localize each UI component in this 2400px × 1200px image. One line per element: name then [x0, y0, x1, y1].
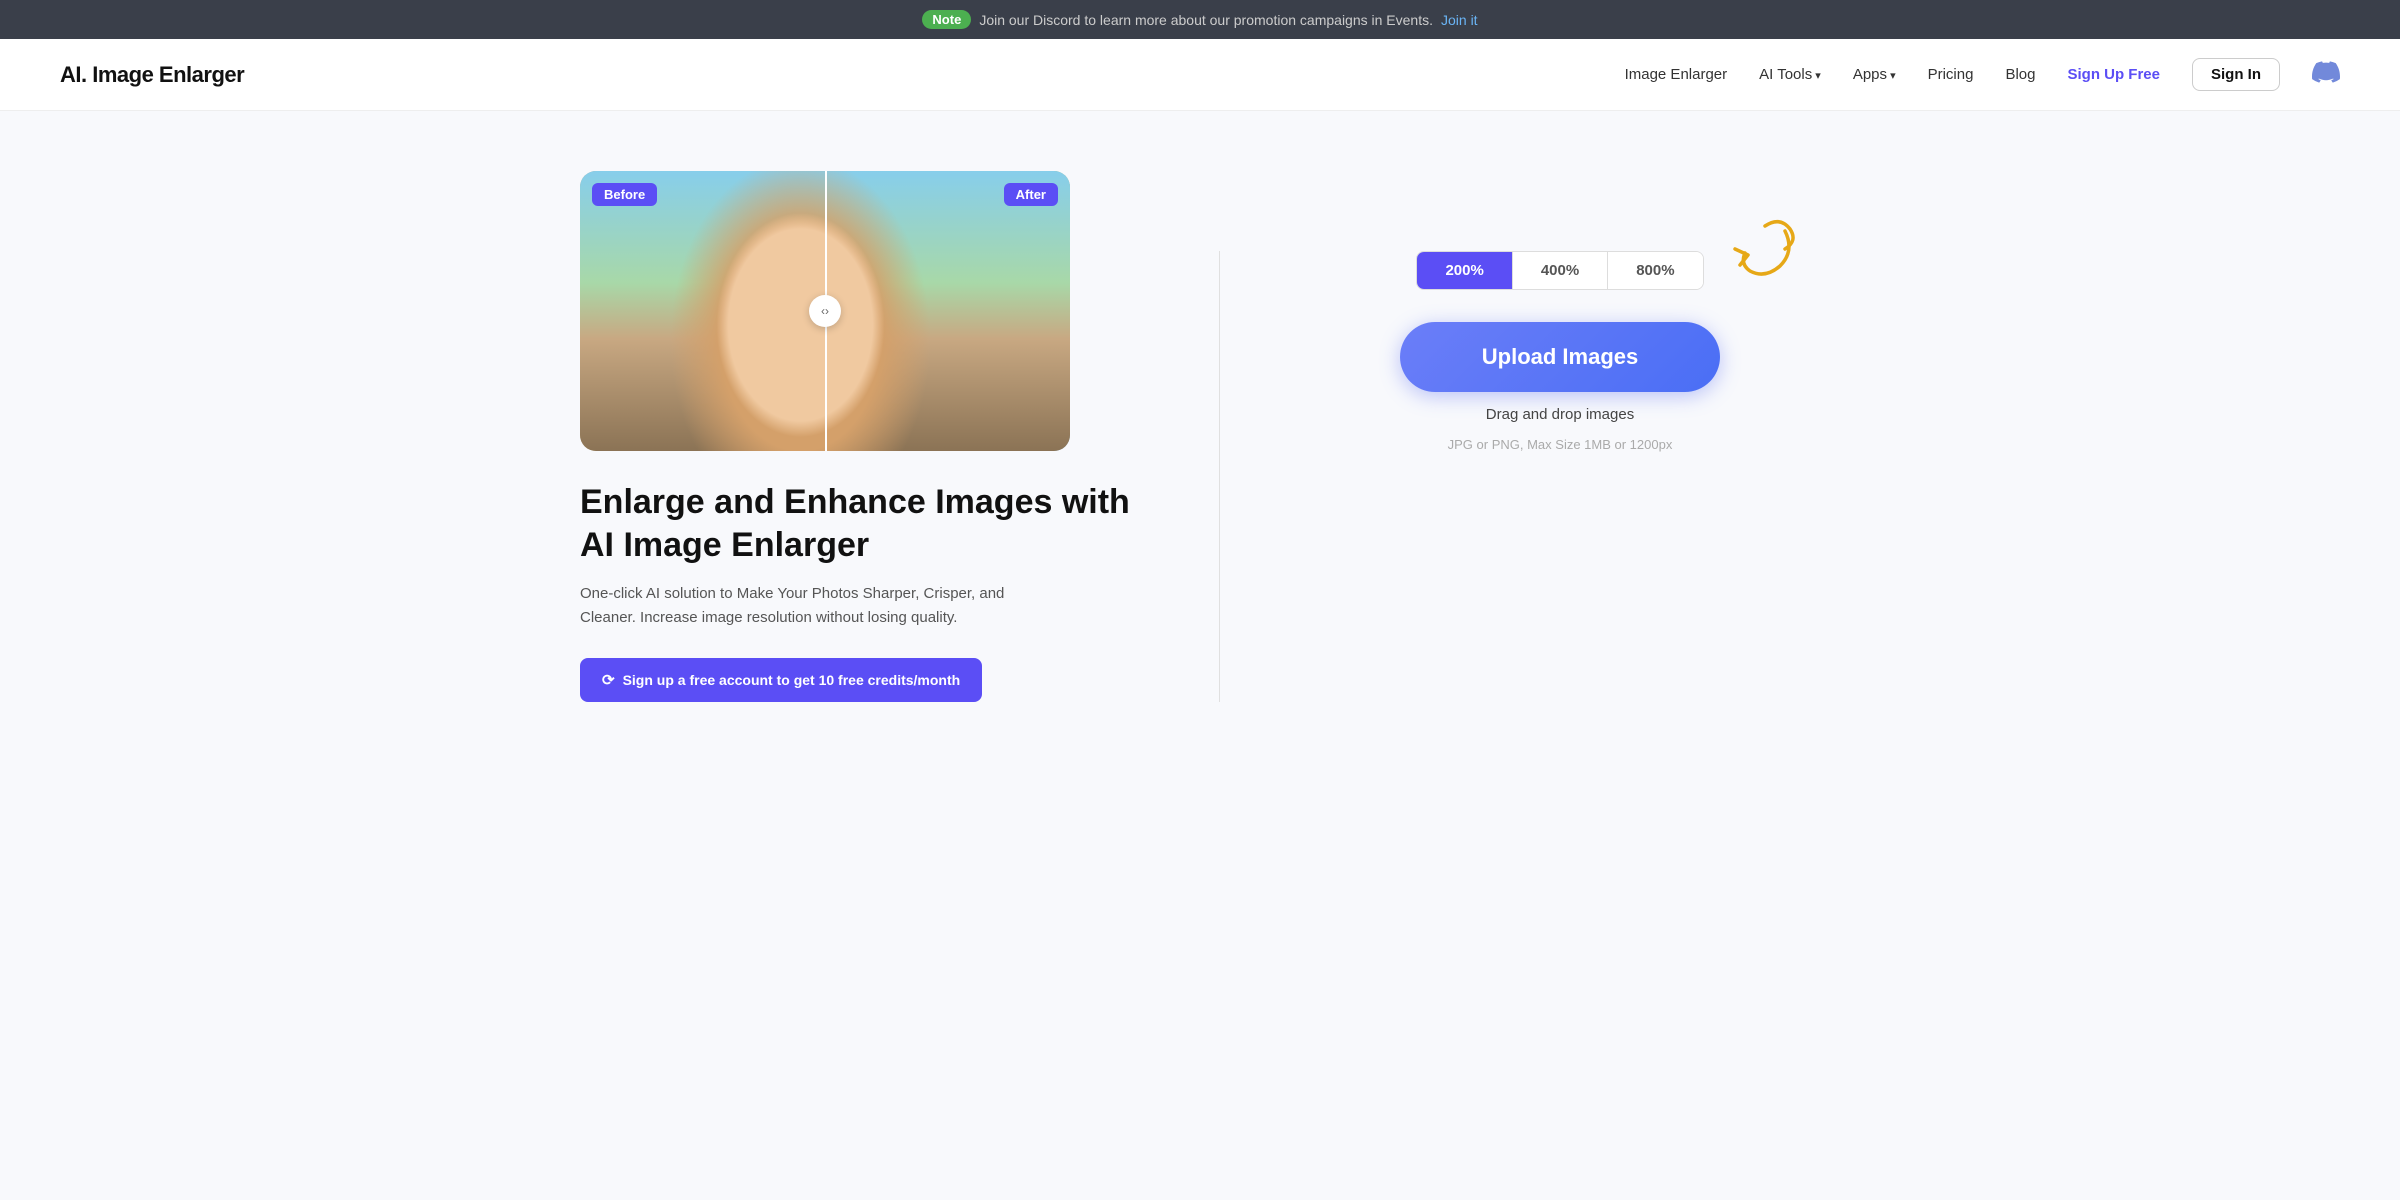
banner-link[interactable]: Join it	[1441, 12, 1478, 28]
nav-pricing[interactable]: Pricing	[1928, 66, 1974, 83]
cta-label: Sign up a free account to get 10 free cr…	[623, 672, 961, 688]
label-after: After	[1004, 183, 1058, 206]
scale-200[interactable]: 200%	[1417, 252, 1512, 289]
main-content: ‹› Before After Enlarge and Enhance Imag…	[500, 111, 1900, 762]
banner-message: Join our Discord to learn more about our…	[979, 12, 1433, 28]
note-badge: Note	[922, 10, 971, 29]
coin-icon: ⟳	[602, 671, 615, 689]
scale-800[interactable]: 800%	[1608, 252, 1702, 289]
nav-menu: Image Enlarger AI Tools Apps Pricing Blo…	[1625, 58, 2340, 91]
nav-image-enlarger[interactable]: Image Enlarger	[1625, 66, 1728, 83]
discord-icon[interactable]	[2312, 58, 2340, 86]
nav-apps[interactable]: Apps	[1853, 66, 1896, 83]
label-before: Before	[592, 183, 657, 206]
top-banner: Note Join our Discord to learn more abou…	[0, 0, 2400, 39]
right-section: 200% 400% 800% Upload Images Drag and dr…	[1300, 171, 1820, 452]
left-section: ‹› Before After Enlarge and Enhance Imag…	[580, 171, 1139, 702]
hero-title: Enlarge and Enhance Images with AI Image…	[580, 481, 1139, 566]
scale-400[interactable]: 400%	[1513, 252, 1608, 289]
navbar: AI. Image Enlarger Image Enlarger AI Too…	[0, 39, 2400, 111]
nav-signin[interactable]: Sign In	[2192, 58, 2280, 91]
nav-ai-tools[interactable]: AI Tools	[1759, 66, 1821, 83]
divider-handle[interactable]: ‹›	[809, 295, 841, 327]
cta-signup-button[interactable]: ⟳ Sign up a free account to get 10 free …	[580, 658, 982, 702]
upload-area: Upload Images Drag and drop images JPG o…	[1400, 322, 1720, 452]
file-info-text: JPG or PNG, Max Size 1MB or 1200px	[1448, 437, 1673, 452]
arrow-annotation	[1710, 211, 1800, 296]
scale-selector: 200% 400% 800%	[1416, 251, 1703, 290]
drag-drop-text: Drag and drop images	[1486, 406, 1634, 423]
arrow-svg	[1710, 211, 1800, 291]
site-logo[interactable]: AI. Image Enlarger	[60, 62, 244, 88]
hero-subtitle: One-click AI solution to Make Your Photo…	[580, 582, 1040, 630]
nav-signup[interactable]: Sign Up Free	[2067, 66, 2160, 83]
section-divider	[1219, 251, 1220, 702]
nav-blog[interactable]: Blog	[2005, 66, 2035, 83]
upload-button[interactable]: Upload Images	[1400, 322, 1720, 392]
before-after-container: ‹› Before After	[580, 171, 1070, 451]
